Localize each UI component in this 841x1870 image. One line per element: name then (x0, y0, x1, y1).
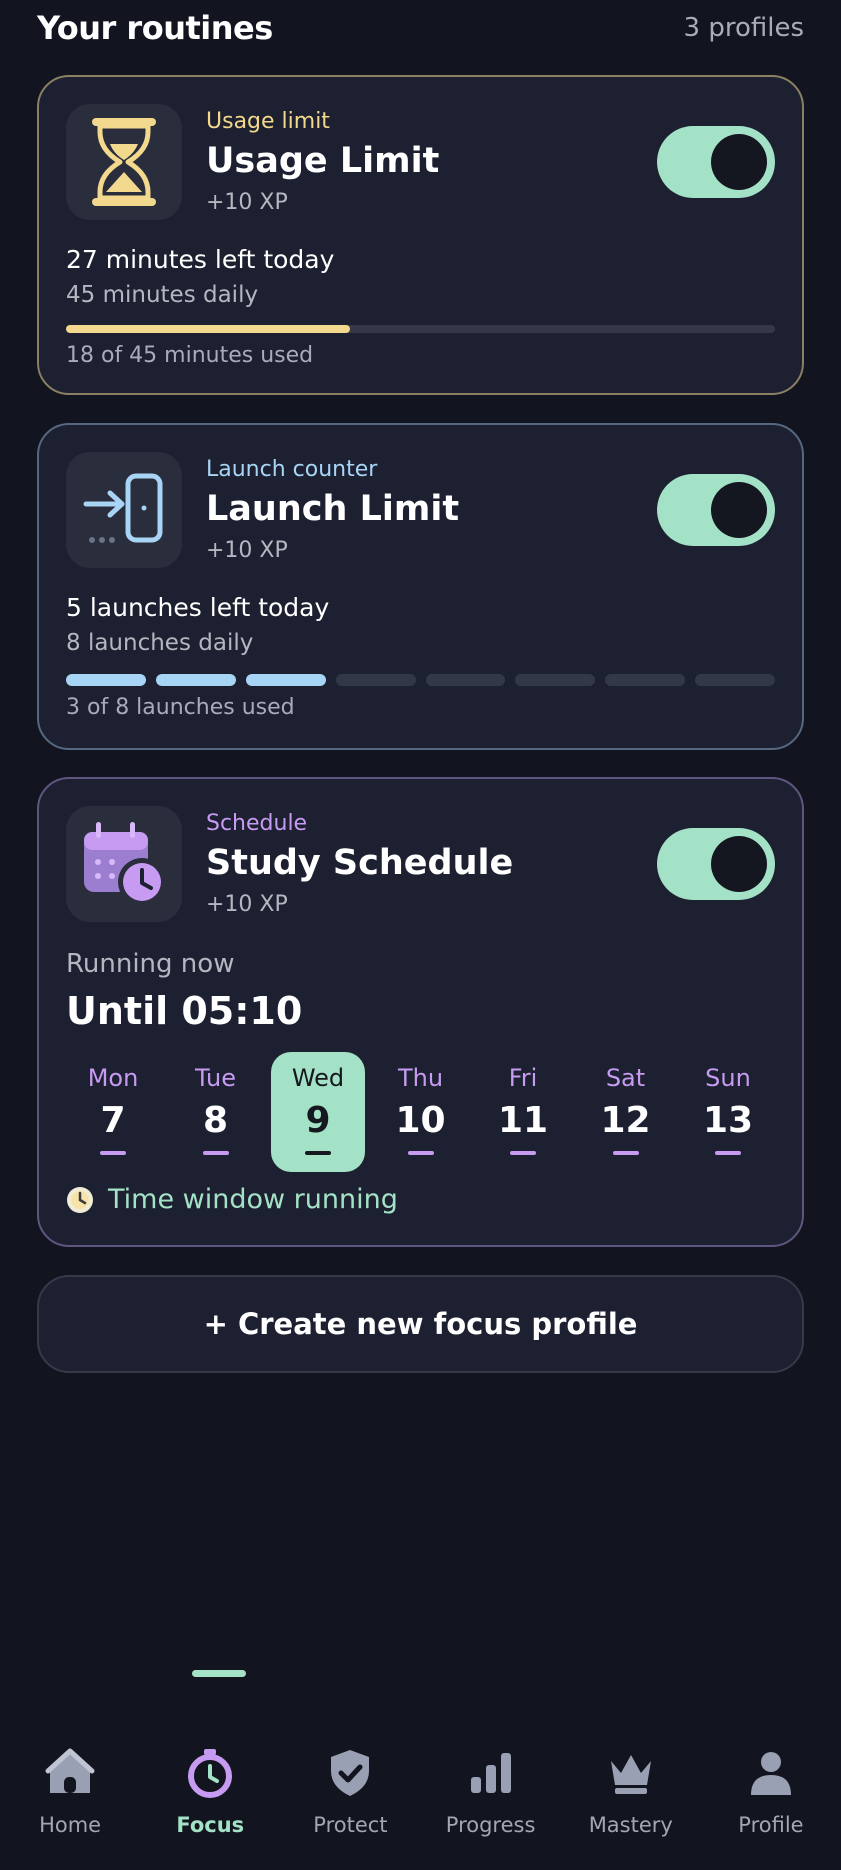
profile-count: 3 profiles (683, 13, 804, 43)
schedule-title: Study Schedule (206, 843, 514, 883)
nav-label: Profile (738, 1813, 804, 1837)
launch-limit-card[interactable]: Launch counter Launch Limit +10 XP 5 lau… (37, 423, 804, 750)
crown-icon (610, 1755, 651, 1794)
usage-progress-bar (66, 325, 775, 333)
usage-xp: +10 XP (206, 190, 288, 215)
day-name: Thu (397, 1064, 444, 1092)
day-name: Fri (508, 1064, 538, 1092)
nav-home[interactable]: Home (0, 1735, 140, 1870)
day-thu[interactable]: Thu 10 (374, 1052, 468, 1172)
person-icon (750, 1752, 791, 1795)
clock-icon (67, 1186, 93, 1213)
day-date: 10 (395, 1100, 446, 1141)
page-title: Your routines (37, 9, 273, 47)
launch-segment-free (335, 674, 416, 686)
usage-toggle[interactable] (657, 126, 775, 198)
home-icon (45, 1748, 95, 1793)
launch-segment-free (425, 674, 506, 686)
schedule-toggle[interactable] (657, 828, 775, 900)
launch-icon-box (66, 452, 182, 568)
day-wed[interactable]: Wed 9 (271, 1052, 365, 1172)
bar-chart-icon (470, 1753, 511, 1793)
launch-daily: 8 launches daily (66, 630, 254, 656)
day-date: 7 (100, 1100, 126, 1141)
day-name: Sat (605, 1064, 646, 1092)
launch-segment-free (695, 674, 775, 686)
schedule-status: Time window running (66, 1184, 398, 1215)
toggle-knob (711, 134, 767, 190)
day-name: Tue (195, 1064, 236, 1092)
day-marker (715, 1151, 741, 1155)
day-marker (100, 1151, 126, 1155)
usage-daily: 45 minutes daily (66, 282, 259, 308)
day-tue[interactable]: Tue 8 (169, 1052, 263, 1172)
launch-segment-bar (66, 674, 775, 686)
launch-kicker: Launch counter (206, 457, 378, 482)
usage-footer: 18 of 45 minutes used (66, 343, 314, 368)
day-date: 11 (497, 1100, 549, 1141)
nav-mastery[interactable]: Mastery (561, 1735, 701, 1870)
day-date: 13 (702, 1100, 754, 1141)
usage-kicker: Usage limit (206, 109, 330, 134)
bottom-nav: Home Focus Protect Progress Mastery Prof… (0, 1735, 841, 1870)
day-name: Sun (705, 1064, 751, 1092)
usage-remaining: 27 minutes left today (66, 245, 335, 274)
day-name: Mon (87, 1064, 139, 1092)
nav-progress[interactable]: Progress (421, 1735, 561, 1870)
nav-label: Home (39, 1813, 102, 1837)
usage-icon-box (66, 104, 182, 220)
schedule-status-text: Time window running (108, 1184, 398, 1215)
day-marker (202, 1151, 229, 1155)
launch-footer: 3 of 8 launches used (66, 695, 295, 720)
day-date: 9 (305, 1100, 331, 1141)
launch-xp: +10 XP (206, 538, 288, 563)
launch-segment-free (605, 674, 686, 686)
launch-segment-used (66, 674, 146, 686)
nav-protect[interactable]: Protect (280, 1735, 420, 1870)
weekday-strip: Mon 7 Tue 8 Wed 9 Thu 10 Fri 11 Sat 12 Sun 13 (66, 1052, 775, 1172)
hourglass-icon (92, 118, 156, 206)
launch-segment-used (245, 674, 326, 686)
nav-label: Focus (176, 1813, 245, 1837)
nav-label: Protect (313, 1813, 388, 1837)
schedule-xp: +10 XP (206, 892, 288, 917)
day-name: Wed (291, 1064, 345, 1092)
usage-title: Usage Limit (206, 141, 440, 181)
create-profile-button[interactable]: + Create new focus profile (37, 1275, 804, 1373)
calendar-clock-icon (84, 822, 166, 906)
day-fri[interactable]: Fri 11 (476, 1052, 570, 1172)
schedule-state: Running now (66, 949, 235, 979)
nav-label: Mastery (588, 1813, 673, 1837)
usage-progress-fill (66, 325, 350, 333)
launch-toggle[interactable] (657, 474, 775, 546)
header: Your routines 3 profiles (37, 6, 804, 50)
day-mon[interactable]: Mon 7 (66, 1052, 160, 1172)
day-date: 12 (600, 1100, 651, 1141)
day-date: 8 (202, 1100, 229, 1141)
door-enter-icon (83, 473, 163, 543)
schedule-kicker: Schedule (206, 811, 308, 836)
launch-remaining: 5 launches left today (66, 593, 330, 622)
usage-limit-card[interactable]: Usage limit Usage Limit +10 XP 27 minute… (37, 75, 804, 395)
day-marker (510, 1151, 536, 1155)
day-marker (305, 1151, 331, 1155)
launch-title: Launch Limit (206, 489, 460, 529)
day-sat[interactable]: Sat 12 (579, 1052, 673, 1172)
nav-focus[interactable]: Focus (140, 1735, 280, 1870)
schedule-until: Until 05:10 (66, 989, 303, 1033)
launch-segment-used (155, 674, 236, 686)
study-schedule-card[interactable]: Schedule Study Schedule +10 XP Running n… (37, 777, 804, 1247)
toggle-knob (711, 836, 767, 892)
day-sun[interactable]: Sun 13 (681, 1052, 775, 1172)
shield-check-icon (331, 1750, 370, 1796)
toggle-knob (711, 482, 767, 538)
day-marker (612, 1151, 639, 1155)
scroll-indicator (192, 1670, 246, 1677)
nav-profile[interactable]: Profile (701, 1735, 841, 1870)
stopwatch-icon (188, 1749, 233, 1798)
day-marker (407, 1151, 434, 1155)
nav-label: Progress (445, 1813, 536, 1837)
launch-segment-free (515, 674, 596, 686)
schedule-icon-box (66, 806, 182, 922)
